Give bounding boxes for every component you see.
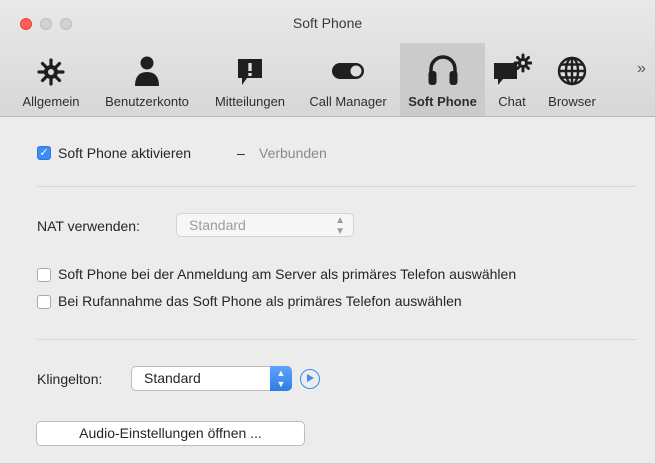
primary-on-login-label: Soft Phone bei der Anmeldung am Server a…: [58, 266, 517, 282]
tab-mitteilungen[interactable]: Mitteilungen: [202, 43, 298, 116]
nat-label: NAT verwenden:: [37, 218, 140, 234]
user-icon: [135, 56, 159, 86]
headset-icon: [428, 55, 457, 85]
tab-label: Soft Phone: [408, 94, 477, 109]
gear-icon: [37, 58, 65, 86]
ringtone-select-value: Standard: [144, 370, 201, 386]
tab-label: Benutzerkonto: [105, 94, 189, 109]
ringtone-label: Klingelton:: [37, 371, 103, 387]
tab-label: Mitteilungen: [214, 94, 286, 109]
tab-soft-phone[interactable]: Soft Phone: [400, 43, 485, 116]
toggle-icon: [332, 63, 364, 79]
separator: [37, 339, 636, 340]
status-dash: –: [237, 145, 245, 161]
toolbar: Soft Phone Allgemein Benutzerkonto Mitte…: [0, 0, 655, 117]
nat-select-value: Standard: [189, 217, 246, 233]
nat-select[interactable]: Standard ▲ ▼: [176, 213, 354, 237]
tab-chat[interactable]: Chat: [487, 43, 537, 116]
updown-chevron-icon: ▲ ▼: [335, 215, 345, 237]
tab-label: Call Manager: [309, 94, 387, 109]
primary-on-answer-checkbox[interactable]: [37, 295, 51, 309]
window-title: Soft Phone: [292, 15, 363, 31]
ringtone-select[interactable]: Standard ▲ ▼: [131, 366, 292, 391]
notification-icon: [238, 59, 262, 85]
connection-status: Verbunden: [259, 145, 327, 161]
play-ringtone-button[interactable]: [300, 369, 320, 389]
tab-label: Browser: [548, 94, 596, 109]
tab-allgemein[interactable]: Allgemein: [10, 43, 92, 116]
primary-on-answer-label: Bei Rufannahme das Soft Phone als primär…: [58, 293, 462, 309]
preferences-window: Soft Phone Allgemein Benutzerkonto Mitte…: [0, 0, 656, 464]
separator: [37, 186, 636, 187]
globe-icon: [557, 56, 587, 86]
chat-settings-icon: [494, 53, 532, 85]
open-audio-settings-button[interactable]: Audio-Einstellungen öffnen ...: [36, 421, 305, 446]
enable-soft-phone-label: Soft Phone aktivieren: [58, 145, 192, 161]
tab-call-manager[interactable]: Call Manager: [298, 43, 398, 116]
toolbar-overflow-button[interactable]: »: [637, 60, 646, 78]
primary-on-login-checkbox[interactable]: [37, 268, 51, 282]
tab-label: Allgemein: [22, 94, 80, 109]
enable-soft-phone-checkbox[interactable]: ✓: [37, 146, 51, 160]
tab-benutzerkonto[interactable]: Benutzerkonto: [92, 43, 202, 116]
updown-chevron-icon: ▲ ▼: [270, 366, 292, 391]
tab-label: Chat: [498, 94, 526, 109]
tab-browser[interactable]: Browser: [537, 43, 607, 116]
